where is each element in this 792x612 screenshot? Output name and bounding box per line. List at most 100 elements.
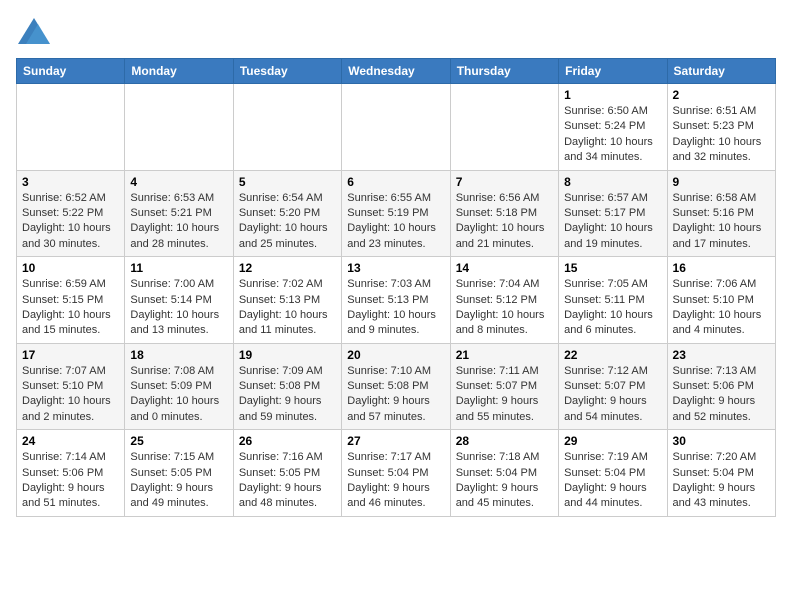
day-header-friday: Friday: [559, 59, 667, 84]
day-info: Sunrise: 7:17 AMSunset: 5:04 PMDaylight:…: [347, 450, 444, 512]
calendar-cell: 12 Sunrise: 7:02 AMSunset: 5:13 PMDayligh…: [233, 257, 341, 344]
calendar-week-2: 3 Sunrise: 6:52 AMSunset: 5:22 PMDaylight…: [17, 170, 776, 257]
day-info: Sunrise: 7:15 AMSunset: 5:05 PMDaylight:…: [130, 450, 227, 512]
day-number: 21: [456, 348, 553, 362]
calendar-week-5: 24 Sunrise: 7:14 AMSunset: 5:06 PMDayligh…: [17, 430, 776, 517]
calendar-cell: 15Sunrise: 7:05 AMSunset: 5:11 PMDayligh…: [559, 257, 667, 344]
calendar-cell: 5Sunrise: 6:54 AMSunset: 5:20 PMDaylight…: [233, 170, 341, 257]
calendar-cell: 17 Sunrise: 7:07 AMSunset: 5:10 PMDayligh…: [17, 343, 125, 430]
day-number: 9: [673, 175, 770, 189]
day-info: Sunrise: 7:00 AMSunset: 5:14 PMDaylight:…: [130, 277, 227, 339]
logo: [16, 16, 56, 46]
calendar-cell: 7 Sunrise: 6:56 AMSunset: 5:18 PMDaylight…: [450, 170, 558, 257]
calendar-cell: 9 Sunrise: 6:58 AMSunset: 5:16 PMDaylight…: [667, 170, 775, 257]
calendar-cell: 28 Sunrise: 7:18 AMSunset: 5:04 PMDayligh…: [450, 430, 558, 517]
day-info: Sunrise: 7:19 AMSunset: 5:04 PMDaylight:…: [564, 450, 661, 512]
day-number: 30: [673, 434, 770, 448]
day-number: 11: [130, 261, 227, 275]
day-number: 26: [239, 434, 336, 448]
day-number: 1: [564, 88, 661, 102]
day-header-monday: Monday: [125, 59, 233, 84]
day-info: Sunrise: 6:56 AMSunset: 5:18 PMDaylight:…: [456, 191, 553, 253]
day-number: 10: [22, 261, 119, 275]
day-number: 20: [347, 348, 444, 362]
logo-icon: [16, 16, 52, 46]
day-info: Sunrise: 7:18 AMSunset: 5:04 PMDaylight:…: [456, 450, 553, 512]
day-header-tuesday: Tuesday: [233, 59, 341, 84]
calendar-cell: 19 Sunrise: 7:09 AMSunset: 5:08 PMDayligh…: [233, 343, 341, 430]
day-number: 7: [456, 175, 553, 189]
day-info: Sunrise: 7:07 AMSunset: 5:10 PMDaylight:…: [22, 364, 119, 426]
calendar-cell: 20 Sunrise: 7:10 AMSunset: 5:08 PMDayligh…: [342, 343, 450, 430]
day-info: Sunrise: 7:06 AMSunset: 5:10 PMDaylight:…: [673, 277, 770, 339]
day-info: Sunrise: 7:02 AMSunset: 5:13 PMDaylight:…: [239, 277, 336, 339]
calendar-cell: 21 Sunrise: 7:11 AMSunset: 5:07 PMDayligh…: [450, 343, 558, 430]
calendar-table: SundayMondayTuesdayWednesdayThursdayFrid…: [16, 58, 776, 517]
calendar-cell: [17, 84, 125, 171]
day-info: Sunrise: 7:08 AMSunset: 5:09 PMDaylight:…: [130, 364, 227, 426]
calendar-cell: 26 Sunrise: 7:16 AMSunset: 5:05 PMDayligh…: [233, 430, 341, 517]
day-info: Sunrise: 7:13 AMSunset: 5:06 PMDaylight:…: [673, 364, 770, 426]
day-number: 23: [673, 348, 770, 362]
calendar-cell: 24 Sunrise: 7:14 AMSunset: 5:06 PMDayligh…: [17, 430, 125, 517]
day-header-sunday: Sunday: [17, 59, 125, 84]
calendar-cell: [342, 84, 450, 171]
day-info: Sunrise: 6:52 AMSunset: 5:22 PMDaylight:…: [22, 191, 119, 253]
day-info: Sunrise: 7:12 AMSunset: 5:07 PMDaylight:…: [564, 364, 661, 426]
day-info: Sunrise: 6:50 AMSunset: 5:24 PMDaylight:…: [564, 104, 661, 166]
day-info: Sunrise: 7:05 AMSunset: 5:11 PMDaylight:…: [564, 277, 661, 339]
day-info: Sunrise: 6:57 AMSunset: 5:17 PMDaylight:…: [564, 191, 661, 253]
day-header-wednesday: Wednesday: [342, 59, 450, 84]
day-number: 29: [564, 434, 661, 448]
day-number: 19: [239, 348, 336, 362]
day-number: 12: [239, 261, 336, 275]
day-info: Sunrise: 7:04 AMSunset: 5:12 PMDaylight:…: [456, 277, 553, 339]
day-info: Sunrise: 7:11 AMSunset: 5:07 PMDaylight:…: [456, 364, 553, 426]
day-info: Sunrise: 7:10 AMSunset: 5:08 PMDaylight:…: [347, 364, 444, 426]
calendar-header-row: SundayMondayTuesdayWednesdayThursdayFrid…: [17, 59, 776, 84]
day-info: Sunrise: 7:20 AMSunset: 5:04 PMDaylight:…: [673, 450, 770, 512]
calendar-cell: 22 Sunrise: 7:12 AMSunset: 5:07 PMDayligh…: [559, 343, 667, 430]
calendar-week-3: 10 Sunrise: 6:59 AMSunset: 5:15 PMDayligh…: [17, 257, 776, 344]
calendar-cell: 11 Sunrise: 7:00 AMSunset: 5:14 PMDayligh…: [125, 257, 233, 344]
day-number: 18: [130, 348, 227, 362]
day-number: 13: [347, 261, 444, 275]
calendar-cell: [125, 84, 233, 171]
calendar-cell: 30 Sunrise: 7:20 AMSunset: 5:04 PMDayligh…: [667, 430, 775, 517]
day-number: 5: [239, 175, 336, 189]
calendar-cell: 14 Sunrise: 7:04 AMSunset: 5:12 PMDayligh…: [450, 257, 558, 344]
day-info: Sunrise: 6:51 AMSunset: 5:23 PMDaylight:…: [673, 104, 770, 166]
day-number: 16: [673, 261, 770, 275]
calendar-cell: 2 Sunrise: 6:51 AMSunset: 5:23 PMDaylight…: [667, 84, 775, 171]
calendar-cell: 8 Sunrise: 6:57 AMSunset: 5:17 PMDaylight…: [559, 170, 667, 257]
day-number: 2: [673, 88, 770, 102]
calendar-cell: 3 Sunrise: 6:52 AMSunset: 5:22 PMDaylight…: [17, 170, 125, 257]
calendar-cell: 27Sunrise: 7:17 AMSunset: 5:04 PMDayligh…: [342, 430, 450, 517]
day-number: 17: [22, 348, 119, 362]
day-info: Sunrise: 7:09 AMSunset: 5:08 PMDaylight:…: [239, 364, 336, 426]
day-header-saturday: Saturday: [667, 59, 775, 84]
day-number: 14: [456, 261, 553, 275]
day-number: 22: [564, 348, 661, 362]
calendar-cell: 4Sunrise: 6:53 AMSunset: 5:21 PMDaylight…: [125, 170, 233, 257]
calendar-cell: 10 Sunrise: 6:59 AMSunset: 5:15 PMDayligh…: [17, 257, 125, 344]
day-info: Sunrise: 7:03 AMSunset: 5:13 PMDaylight:…: [347, 277, 444, 339]
day-number: 3: [22, 175, 119, 189]
day-info: Sunrise: 6:59 AMSunset: 5:15 PMDaylight:…: [22, 277, 119, 339]
calendar-cell: [450, 84, 558, 171]
calendar-cell: [233, 84, 341, 171]
calendar-cell: 16 Sunrise: 7:06 AMSunset: 5:10 PMDayligh…: [667, 257, 775, 344]
calendar-cell: 1 Sunrise: 6:50 AMSunset: 5:24 PMDaylight…: [559, 84, 667, 171]
day-number: 8: [564, 175, 661, 189]
day-number: 28: [456, 434, 553, 448]
calendar-cell: 29 Sunrise: 7:19 AMSunset: 5:04 PMDayligh…: [559, 430, 667, 517]
day-info: Sunrise: 7:14 AMSunset: 5:06 PMDaylight:…: [22, 450, 119, 512]
day-info: Sunrise: 6:58 AMSunset: 5:16 PMDaylight:…: [673, 191, 770, 253]
day-number: 25: [130, 434, 227, 448]
calendar-week-1: 1 Sunrise: 6:50 AMSunset: 5:24 PMDaylight…: [17, 84, 776, 171]
day-header-thursday: Thursday: [450, 59, 558, 84]
day-number: 24: [22, 434, 119, 448]
day-info: Sunrise: 7:16 AMSunset: 5:05 PMDaylight:…: [239, 450, 336, 512]
day-number: 4: [130, 175, 227, 189]
calendar-cell: 6Sunrise: 6:55 AMSunset: 5:19 PMDaylight…: [342, 170, 450, 257]
